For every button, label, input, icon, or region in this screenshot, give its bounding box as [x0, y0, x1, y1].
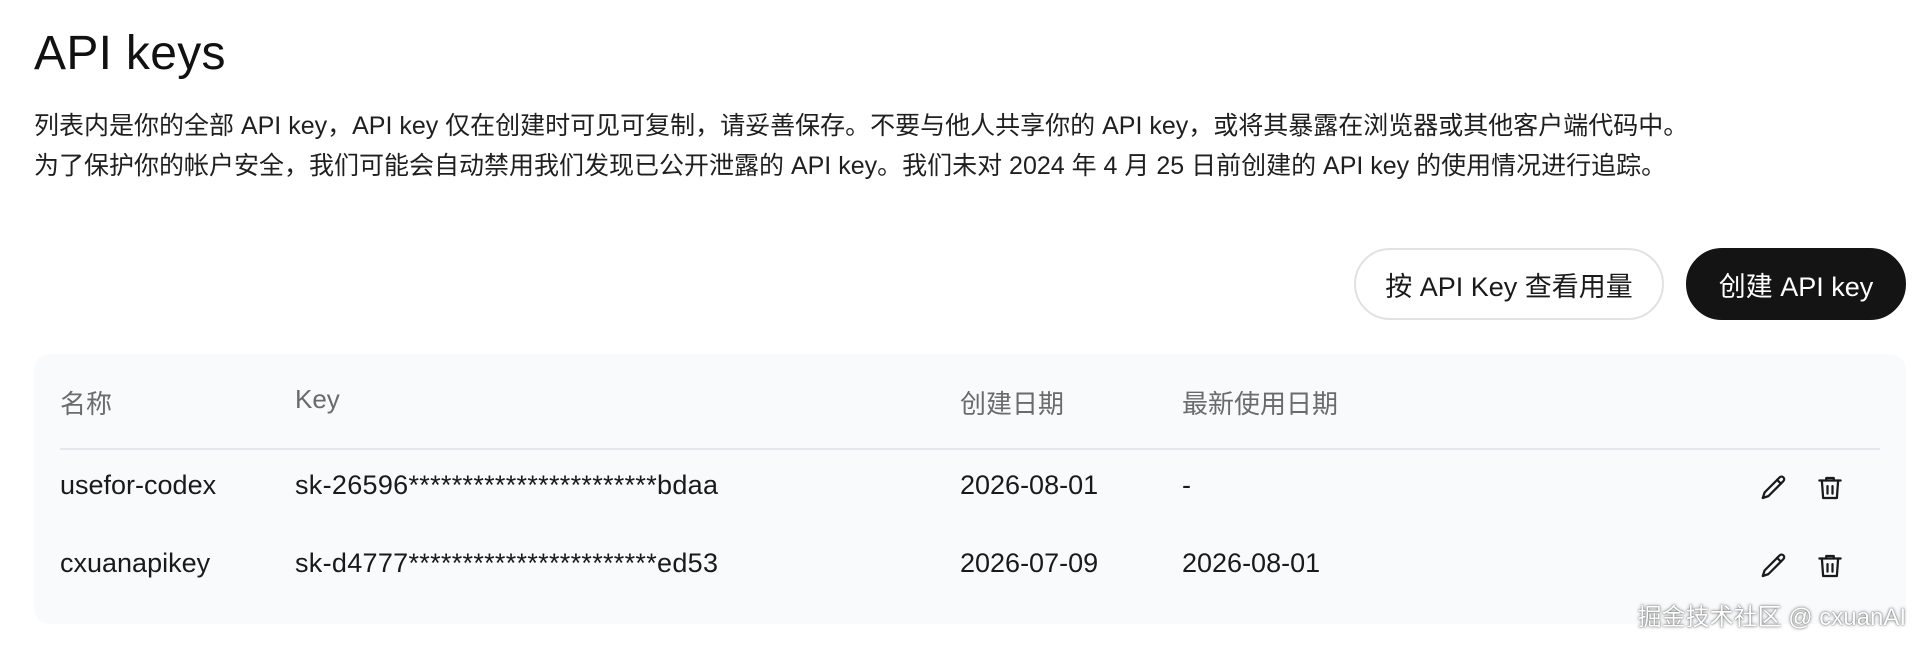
key-name: cxuanapikey	[60, 548, 211, 578]
edit-key-button[interactable]	[1754, 546, 1794, 586]
column-header-last-used: 最新使用日期	[1182, 389, 1339, 419]
last-used-date: -	[1182, 470, 1191, 500]
key-value: sk-d4777***********************ed53	[295, 548, 719, 578]
create-api-key-button[interactable]: 创建 API key	[1686, 248, 1906, 320]
pencil-icon	[1761, 475, 1786, 500]
column-header-key: Key	[295, 384, 340, 414]
description-line-1: 列表内是你的全部 API key，API key 仅在创建时可见可复制，请妥善保…	[34, 112, 1689, 140]
trash-icon	[1818, 476, 1842, 500]
last-used-date: 2026-08-01	[1182, 548, 1321, 578]
page-description: 列表内是你的全部 API key，API key 仅在创建时可见可复制，请妥善保…	[34, 106, 1914, 186]
table-header: 名称 Key 创建日期 最新使用日期	[60, 354, 1880, 450]
table-row: cxuanapikey sk-d4777********************…	[34, 528, 1906, 606]
delete-key-button[interactable]	[1810, 546, 1850, 586]
created-date: 2026-07-09	[960, 548, 1099, 578]
api-keys-table: 名称 Key 创建日期 最新使用日期 usefor-codex sk-26596…	[34, 354, 1906, 624]
delete-key-button[interactable]	[1810, 468, 1850, 508]
key-value: sk-26596***********************bdaa	[295, 470, 719, 500]
watermark: 掘金技术社区 @ cxuanAI	[1637, 604, 1906, 631]
created-date: 2026-08-01	[960, 470, 1099, 500]
column-header-name: 名称	[60, 389, 113, 419]
table-row: usefor-codex sk-26596*******************…	[34, 450, 1906, 528]
pencil-icon	[1761, 553, 1786, 578]
page-title: API keys	[34, 27, 226, 80]
description-line-2: 为了保护你的帐户安全，我们可能会自动禁用我们发现已公开泄露的 API key。我…	[34, 152, 1667, 180]
header-actions: 按 API Key 查看用量 创建 API key	[1354, 248, 1906, 320]
trash-icon	[1818, 554, 1842, 578]
view-usage-by-key-button[interactable]: 按 API Key 查看用量	[1354, 248, 1664, 320]
column-header-created: 创建日期	[960, 389, 1065, 419]
edit-key-button[interactable]	[1754, 468, 1794, 508]
key-name: usefor-codex	[60, 470, 217, 500]
